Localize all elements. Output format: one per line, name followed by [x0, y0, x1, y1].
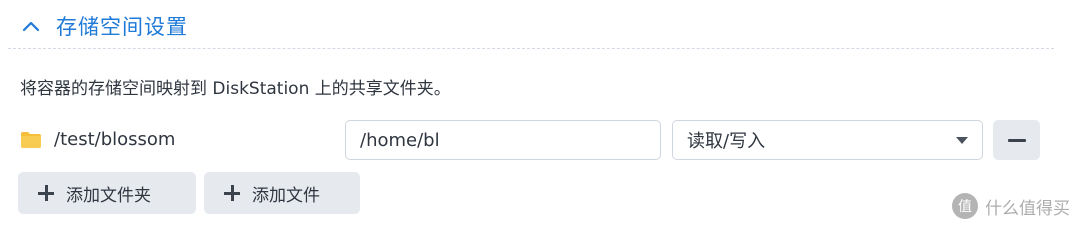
- section-header-storage[interactable]: 存储空间设置: [18, 6, 1058, 46]
- watermark-text: 什么值得买: [985, 198, 1070, 219]
- plus-icon: [224, 185, 240, 201]
- plus-icon: [38, 185, 54, 201]
- volume-row: /test/blossom 读取/写入: [20, 120, 1050, 162]
- permission-select[interactable]: 读取/写入: [672, 120, 983, 160]
- svg-text:值: 值: [958, 199, 972, 215]
- remove-volume-button[interactable]: [993, 120, 1040, 160]
- section-title: 存储空间设置: [56, 15, 188, 39]
- dropdown-caret-icon: [956, 137, 968, 144]
- section-divider: [8, 48, 1054, 49]
- section-description: 将容器的存储空间映射到 DiskStation 上的共享文件夹。: [20, 79, 451, 99]
- add-file-label: 添加文件: [252, 185, 320, 206]
- zhi-logo-icon: 值: [951, 192, 979, 220]
- source-folder-path: /test/blossom: [54, 129, 176, 150]
- add-folder-button[interactable]: 添加文件夹: [18, 172, 196, 214]
- mount-path-input[interactable]: [345, 120, 661, 160]
- add-file-button[interactable]: 添加文件: [204, 172, 360, 214]
- watermark: 值 什么值得买: [951, 192, 1070, 220]
- add-folder-label: 添加文件夹: [66, 185, 151, 206]
- folder-icon: [20, 131, 42, 149]
- chevron-up-icon[interactable]: [20, 15, 42, 37]
- minus-icon: [1007, 138, 1026, 142]
- permission-value: 读取/写入: [687, 131, 766, 152]
